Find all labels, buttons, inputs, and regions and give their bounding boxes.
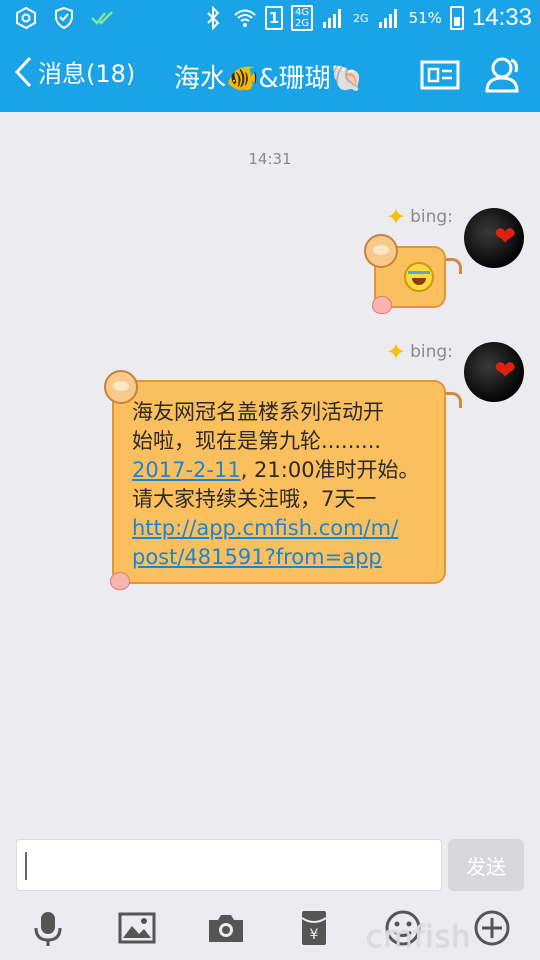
signal-icon — [323, 9, 342, 28]
heart-icon: ❤ — [494, 356, 516, 386]
bluetooth-icon — [207, 6, 220, 30]
sparkle-icon: ✦ — [386, 338, 407, 366]
double-check-icon — [91, 11, 113, 25]
peach-decoration-icon — [372, 296, 392, 314]
peach-decoration-icon — [110, 572, 130, 590]
sim-indicator: 1 — [264, 6, 283, 30]
message-timestamp: 14:31 — [248, 150, 292, 168]
send-button[interactable]: 发送 — [448, 839, 524, 891]
sender-label: bing: — [410, 342, 453, 362]
message-input[interactable] — [16, 839, 442, 891]
message-bubble-text[interactable]: 海友网冠名盖楼系列活动开 始啦，现在是第九轮......... 2017-2-1… — [104, 370, 462, 590]
heart-icon: ❤ — [494, 222, 516, 252]
message-text: 海友网冠名盖楼系列活动开 始啦，现在是第九轮......... 2017-2-1… — [132, 398, 432, 572]
laughing-crying-emoji-icon — [404, 262, 434, 292]
message-line: 海友网冠名盖楼系列活动开 — [132, 400, 384, 424]
wifi-icon — [234, 9, 256, 27]
battery-percent: 51% — [408, 9, 442, 27]
camera-icon[interactable] — [206, 908, 246, 948]
red-packet-icon[interactable]: ¥ — [294, 908, 334, 948]
sparkle-icon: ✦ — [386, 203, 407, 231]
shield-check-icon — [55, 6, 73, 30]
message-line: 始啦，现在是第九轮......... — [132, 429, 382, 453]
battery-icon — [449, 6, 464, 30]
message-line-rest: , 21:00准时开始。 — [240, 458, 420, 482]
sender-name: ✦ bing: — [386, 205, 453, 229]
back-label: 消息(18) — [38, 60, 136, 88]
avatar[interactable]: ❤ — [464, 342, 524, 402]
message-line: 请大家持续关注哦，7天一 — [132, 487, 377, 511]
monkey-tail-icon — [446, 258, 462, 274]
back-button[interactable]: 消息(18) — [12, 54, 135, 89]
sender-label: bing: — [410, 207, 453, 227]
clock: 14:33 — [471, 4, 532, 31]
url-link-part2[interactable]: post/481591?from=app — [132, 543, 432, 572]
avatar[interactable]: ❤ — [464, 208, 524, 268]
plus-icon[interactable] — [472, 908, 512, 948]
image-icon[interactable] — [117, 908, 157, 948]
text-caret — [25, 852, 27, 880]
network-top-label: 4G — [294, 7, 310, 18]
group-profile-card-icon[interactable] — [420, 54, 460, 94]
message-bubble-emoji[interactable] — [364, 234, 462, 314]
network2-label: 2G — [353, 11, 369, 25]
monkey-tail-icon — [446, 392, 462, 408]
chat-header: 消息(18) 海水🐠&珊瑚🐚 — [0, 36, 540, 112]
sender-name: ✦ bing: — [386, 340, 453, 364]
status-bar: 1 4G 2G 2G 51% 14:33 — [0, 0, 540, 36]
network-type-badge: 4G 2G — [290, 5, 314, 31]
hexagon-settings-icon — [16, 6, 36, 30]
network-bottom-label: 2G — [294, 18, 310, 29]
svg-text:¥: ¥ — [310, 927, 319, 943]
url-link-part1[interactable]: http://app.cmfish.com/m/ — [132, 514, 432, 543]
watermark: cmfish — [366, 920, 472, 955]
message-line-date: 2017-2-11, 21:00准时开始。 — [132, 456, 432, 485]
chevron-left-icon — [14, 56, 32, 87]
members-icon[interactable] — [484, 54, 524, 94]
signal-2-icon — [378, 9, 397, 28]
monkey-decoration-icon — [364, 234, 398, 268]
microphone-icon[interactable] — [28, 908, 68, 948]
chat-title: 海水🐠&珊瑚🐚 — [174, 64, 364, 94]
date-link[interactable]: 2017-2-11 — [132, 458, 241, 482]
